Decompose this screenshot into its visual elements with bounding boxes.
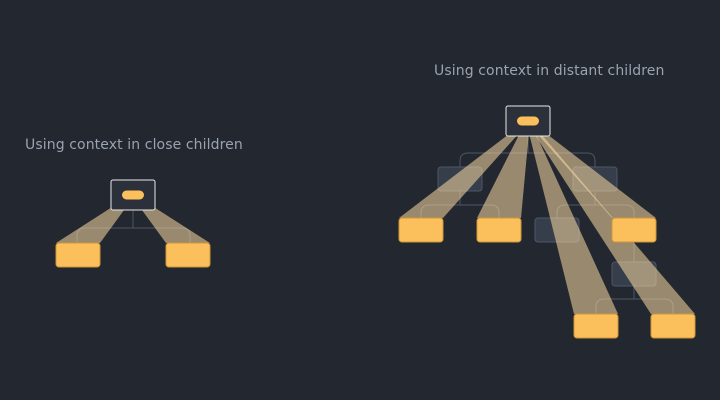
distant-leaf-node-5 bbox=[650, 313, 696, 339]
beam-layer bbox=[56, 121, 695, 314]
distant-leaf-node-3 bbox=[611, 217, 657, 243]
distant-leaf-node-4 bbox=[573, 313, 619, 339]
close-child-node-1 bbox=[55, 242, 101, 268]
close-child-node-2 bbox=[165, 242, 211, 268]
distant-provider-node-pill bbox=[517, 116, 539, 126]
close-provider-node-pill bbox=[122, 190, 144, 200]
distant-leaf-node-2 bbox=[476, 217, 522, 243]
distant-leaf-node-1 bbox=[398, 217, 444, 243]
context-diagrams bbox=[55, 105, 696, 339]
